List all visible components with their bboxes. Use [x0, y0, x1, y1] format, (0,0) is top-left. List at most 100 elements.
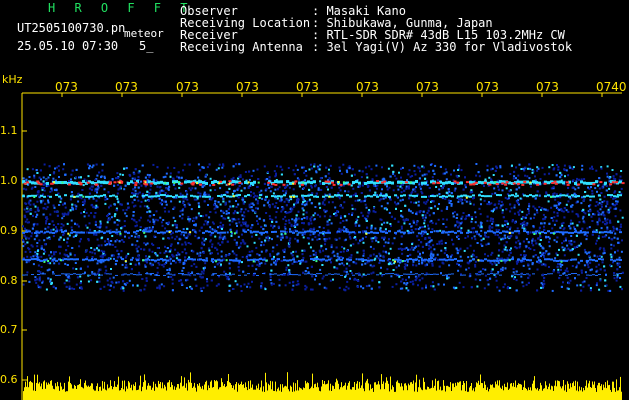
- noise-dot: [425, 173, 428, 176]
- noise-dot: [618, 262, 621, 265]
- noise-dot: [206, 223, 209, 226]
- noise-dot: [355, 218, 358, 221]
- noise-dot: [401, 198, 404, 201]
- noise-dot: [325, 238, 328, 241]
- noise-dot: [232, 165, 235, 168]
- noise-dot: [310, 216, 313, 219]
- noise-dot: [218, 163, 221, 166]
- noise-dot: [64, 262, 67, 265]
- noise-dot: [184, 243, 187, 246]
- noise-dot: [375, 164, 378, 167]
- noise-dot: [374, 191, 377, 194]
- noise-dot: [46, 237, 49, 240]
- noise-dot: [556, 212, 559, 214]
- noise-dot: [201, 166, 204, 169]
- noise-dot: [195, 216, 198, 219]
- noise-dot: [371, 240, 374, 243]
- noise-dot: [227, 216, 230, 219]
- noise-dot: [322, 227, 325, 229]
- noise-dot: [563, 164, 566, 167]
- noise-dot: [378, 252, 381, 255]
- noise-dot: [495, 207, 498, 210]
- noise-dot: [580, 289, 583, 292]
- noise-dot: [381, 236, 384, 239]
- noise-dot: [137, 245, 140, 248]
- noise-dot: [293, 173, 296, 176]
- noise-dot: [101, 169, 104, 172]
- noise-dot: [561, 224, 564, 227]
- noise-dot: [427, 199, 429, 202]
- noise-dot: [376, 184, 379, 187]
- noise-dot: [576, 177, 578, 180]
- noise-dot: [236, 211, 239, 214]
- noise-dot: [87, 280, 90, 283]
- noise-dot: [66, 241, 69, 244]
- noise-dot: [59, 200, 62, 203]
- noise-dot: [185, 190, 188, 193]
- noise-dot: [420, 241, 423, 244]
- noise-dot: [229, 228, 232, 231]
- noise-dot: [498, 249, 501, 252]
- noise-dot: [256, 263, 259, 266]
- noise-dot: [348, 264, 351, 267]
- noise-dot: [357, 215, 360, 218]
- noise-dot: [421, 234, 424, 237]
- noise-dot: [137, 171, 140, 174]
- noise-dot: [536, 260, 538, 263]
- noise-dot: [171, 224, 174, 227]
- noise-dot: [292, 169, 295, 172]
- noise-dot: [22, 187, 25, 190]
- noise-dot: [289, 237, 292, 240]
- noise-dot: [563, 227, 566, 230]
- noise-dot: [441, 242, 444, 245]
- noise-dot: [52, 271, 55, 274]
- noise-dot: [40, 201, 43, 204]
- noise-dot: [528, 202, 531, 205]
- noise-dot: [355, 258, 358, 261]
- noise-dot: [479, 270, 482, 273]
- noise-dot: [611, 169, 614, 171]
- noise-dot: [89, 251, 92, 254]
- noise-dot: [378, 199, 381, 202]
- noise-dot: [497, 254, 500, 257]
- noise-dot: [47, 201, 50, 204]
- noise-dot: [332, 278, 334, 281]
- noise-dot: [153, 222, 156, 225]
- noise-dot: [400, 210, 403, 212]
- noise-dot: [407, 218, 409, 221]
- noise-dot: [146, 173, 149, 176]
- noise-dot: [170, 233, 173, 236]
- noise-dot: [148, 176, 151, 179]
- noise-dot: [383, 245, 386, 248]
- noise-dot: [391, 164, 394, 167]
- noise-dot: [388, 238, 390, 241]
- noise-dot: [292, 188, 295, 191]
- noise-dot: [288, 186, 291, 189]
- noise-dot: [521, 210, 524, 213]
- noise-dot: [160, 189, 163, 192]
- noise-dot: [342, 184, 345, 187]
- noise-dot: [254, 210, 257, 213]
- noise-dot: [352, 194, 355, 197]
- noise-dot: [167, 187, 170, 190]
- noise-dot: [97, 244, 100, 247]
- noise-dot: [194, 230, 197, 233]
- noise-dot: [418, 210, 421, 213]
- noise-dot: [462, 286, 465, 289]
- noise-dot: [365, 285, 368, 288]
- noise-dot: [36, 250, 39, 252]
- noise-dot: [497, 224, 500, 227]
- noise-dot: [412, 188, 415, 191]
- noise-dot: [96, 188, 99, 191]
- noise-dot: [139, 205, 142, 208]
- noise-dot: [478, 207, 481, 210]
- noise-dot: [378, 281, 381, 284]
- noise-dot: [516, 200, 519, 203]
- noise-dot: [484, 268, 487, 271]
- noise-dot: [360, 239, 363, 241]
- noise-dot: [199, 275, 202, 278]
- noise-dot: [202, 215, 205, 218]
- noise-dot: [491, 226, 494, 229]
- noise-dot: [452, 215, 455, 218]
- noise-dot: [565, 239, 567, 242]
